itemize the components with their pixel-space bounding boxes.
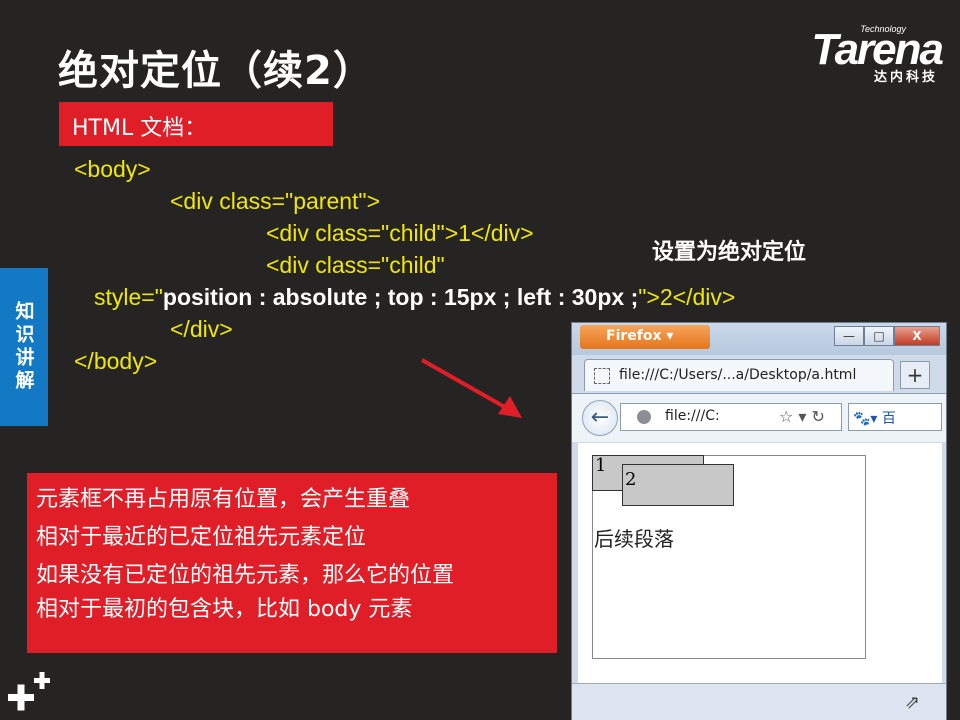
red-arrow-icon bbox=[421, 358, 522, 418]
bookmark-star-icon[interactable]: ☆ ▾ ↻ bbox=[779, 407, 825, 426]
page-icon bbox=[594, 368, 610, 384]
notes-box: 元素框不再占用原有位置，会产生重叠 相对于最近的已定位祖先元素定位 如果没有已定… bbox=[27, 473, 557, 653]
slide-title: 绝对定位（续2） bbox=[58, 48, 374, 94]
note-3: 如果没有已定位的祖先元素，那么它的位置 bbox=[36, 563, 455, 588]
globe-icon bbox=[637, 410, 651, 424]
code-line-7: </body> bbox=[74, 348, 158, 374]
search-engine-icon: 🐾▾ bbox=[853, 411, 878, 427]
code-style-value: position : absolute ; top : 15px ; left … bbox=[162, 284, 639, 310]
tab-title: file:///C:/Users/...a/Desktop/a.html bbox=[619, 367, 857, 383]
page-viewport: 1 2 后续段落 bbox=[578, 443, 942, 683]
title-bar: Firefox ▾ — □ X bbox=[572, 323, 946, 355]
code-style-prefix: style=" bbox=[94, 284, 163, 310]
status-bar: ⇗ bbox=[572, 683, 946, 720]
window-controls: — □ X bbox=[834, 326, 940, 346]
following-paragraph: 后续段落 bbox=[594, 527, 674, 551]
firefox-window: Firefox ▾ — □ X file:///C:/Users/...a/De… bbox=[571, 322, 947, 720]
back-button[interactable]: ← bbox=[582, 400, 618, 436]
new-tab-button[interactable]: + bbox=[900, 361, 930, 389]
code-line-5: style="position : absolute ; top : 15px … bbox=[94, 284, 735, 311]
code-line-2: <div class="parent"> bbox=[170, 188, 381, 214]
url-bar[interactable]: file:///C: ☆ ▾ ↻ bbox=[620, 403, 842, 431]
note-2: 相对于最近的已定位祖先元素定位 bbox=[36, 525, 367, 550]
url-text: file:///C: bbox=[665, 408, 720, 424]
search-text: 百 bbox=[881, 411, 896, 427]
close-button[interactable]: X bbox=[894, 326, 940, 346]
annotation-absolute: 设置为绝对定位 bbox=[652, 240, 807, 265]
html-doc-label: HTML 文档： bbox=[59, 102, 333, 146]
side-tab-label: 知识讲解 bbox=[12, 301, 35, 393]
code-line-4: <div class="child" bbox=[266, 252, 445, 278]
code-line-6: </div> bbox=[170, 316, 233, 342]
side-tab-knowledge: 知识讲解 bbox=[0, 268, 48, 426]
child-div-2: 2 bbox=[622, 464, 734, 506]
search-bar[interactable]: 🐾▾ 百 bbox=[848, 403, 942, 431]
tab-bar: file:///C:/Users/...a/Desktop/a.html + bbox=[572, 355, 946, 393]
tarena-logo: Technology Tarena 达内科技 bbox=[772, 24, 944, 85]
firefox-menu-button[interactable]: Firefox ▾ bbox=[580, 325, 710, 349]
logo-chinese-name: 达内科技 bbox=[873, 70, 938, 85]
minimize-button[interactable]: — bbox=[834, 326, 864, 346]
code-style-suffix: ">2</div> bbox=[638, 284, 736, 310]
maximize-button[interactable]: □ bbox=[864, 326, 894, 346]
code-line-1: <body> bbox=[74, 156, 151, 182]
tab-file[interactable]: file:///C:/Users/...a/Desktop/a.html bbox=[584, 359, 894, 391]
note-4: 相对于最初的包含块，比如 body 元素 bbox=[36, 597, 413, 622]
code-line-3: <div class="child">1</div> bbox=[266, 220, 534, 246]
plus-logo-icon bbox=[8, 672, 50, 711]
share-icon[interactable]: ⇗ bbox=[905, 692, 920, 713]
note-1: 元素框不再占用原有位置，会产生重叠 bbox=[36, 487, 411, 512]
navigation-bar: ← file:///C: ☆ ▾ ↻ 🐾▾ 百 bbox=[572, 393, 946, 442]
